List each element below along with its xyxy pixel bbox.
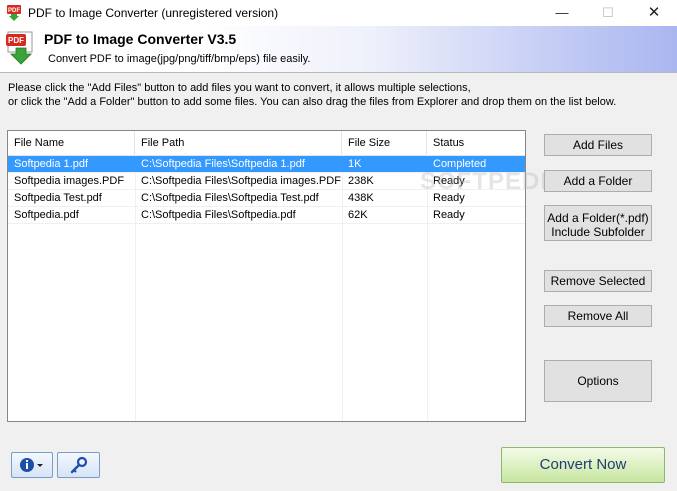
file-size-cell: 62K [348,209,368,221]
file-name-cell: Softpedia.pdf [14,209,79,221]
file-size-cell: 438K [348,192,374,204]
status-cell: Ready [433,175,465,187]
column-header-file-name[interactable]: File Name [8,131,135,155]
add-folder-include-subfolder-button[interactable]: Add a Folder(*.pdf) Include Subfolder [544,205,652,241]
file-name-cell: Softpedia Test.pdf [14,192,102,204]
file-row[interactable]: Softpedia.pdf C:\Softpedia Files\Softpedi… [8,207,525,224]
maximize-button[interactable]: ☐ [585,0,631,26]
instructions-line-2: or click the "Add a Folder" button to ad… [8,96,617,108]
column-header-file-size[interactable]: File Size [342,131,427,155]
key-icon [70,456,88,474]
pdf-icon-label: PDF [8,36,24,45]
app-title: PDF to Image Converter V3.5 [44,31,237,47]
info-icon [20,458,43,472]
svg-text:PDF: PDF [8,8,20,14]
file-path-cell: C:\Softpedia Files\Softpedia images.PDF [141,175,341,187]
title-bar: PDF PDF to Image Converter (unregistered… [0,0,677,26]
file-size-cell: 238K [348,175,374,187]
file-name-cell: Softpedia 1.pdf [14,158,89,170]
remove-selected-button[interactable]: Remove Selected [544,270,652,292]
convert-now-button[interactable]: Convert Now [501,447,665,483]
file-path-cell: C:\Softpedia Files\Softpedia Test.pdf [141,192,319,204]
file-row[interactable]: Softpedia 1.pdf C:\Softpedia Files\Softpe… [8,156,525,173]
add-files-button[interactable]: Add Files [544,134,652,156]
status-cell: Completed [433,158,487,170]
add-folder-sub-label-2: Include Subfolder [551,225,645,239]
file-list[interactable]: File Name File Path File Size Status Sof… [7,130,526,422]
add-folder-button[interactable]: Add a Folder [544,170,652,192]
instructions-line-1: Please click the "Add Files" button to a… [8,82,471,94]
file-row[interactable]: Softpedia Test.pdf C:\Softpedia Files\Sof… [8,190,525,207]
file-row[interactable]: Softpedia images.PDF C:\Softpedia Files\S… [8,173,525,190]
key-register-button[interactable] [57,452,100,478]
file-list-header: File Name File Path File Size Status [8,131,525,156]
status-cell: Ready [433,192,465,204]
file-path-cell: C:\Softpedia Files\Softpedia 1.pdf [141,158,305,170]
window-title: PDF to Image Converter (unregistered ver… [28,6,279,20]
add-folder-sub-label-1: Add a Folder(*.pdf) [547,211,649,225]
options-button[interactable]: Options [544,360,652,402]
column-header-status[interactable]: Status [427,131,525,155]
file-path-cell: C:\Softpedia Files\Softpedia.pdf [141,209,296,221]
header-divider [0,72,677,73]
close-button[interactable]: ✕ [631,0,677,26]
remove-all-button[interactable]: Remove All [544,305,652,327]
file-size-cell: 1K [348,158,362,170]
app-subtitle: Convert PDF to image(jpg/png/tiff/bmp/ep… [48,53,311,65]
info-dropdown-button[interactable] [11,452,53,478]
header-banner: PDF PDF to Image Converter V3.5 Convert … [0,26,677,72]
column-header-file-path[interactable]: File Path [135,131,342,155]
status-cell: Ready [433,209,465,221]
file-name-cell: Softpedia images.PDF [14,175,125,187]
minimize-button[interactable]: — [539,0,585,26]
pdf-download-icon: PDF [6,31,33,65]
app-icon: PDF [7,5,21,21]
